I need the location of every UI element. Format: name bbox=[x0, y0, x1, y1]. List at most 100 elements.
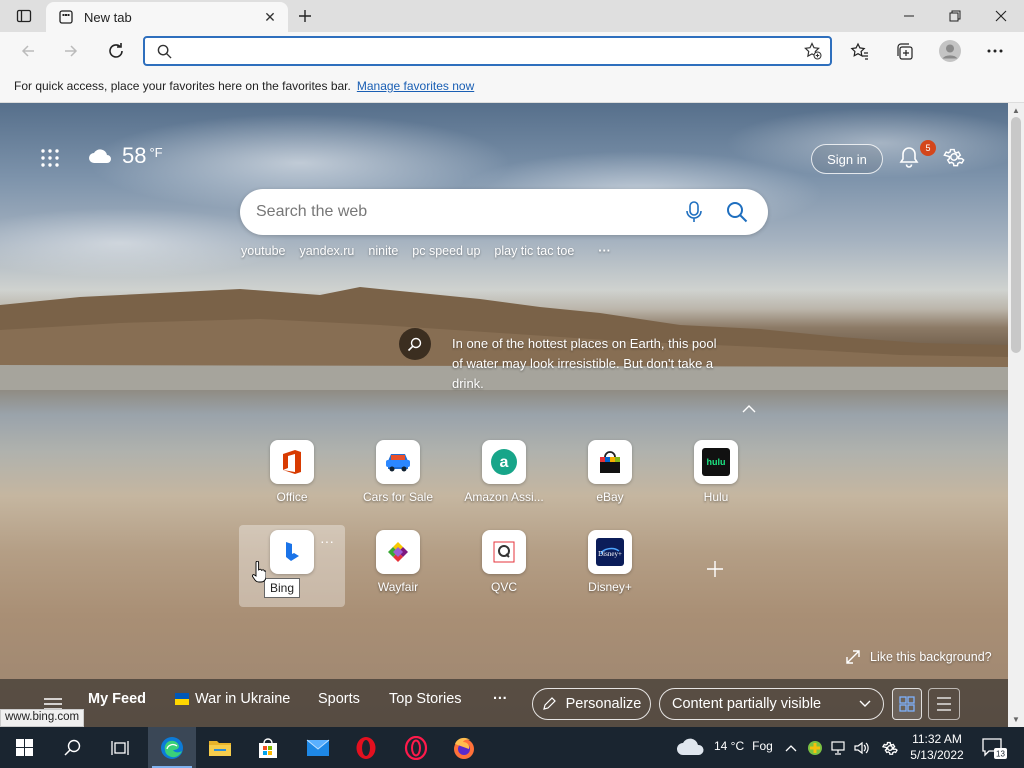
manage-favorites-link[interactable]: Manage favorites now bbox=[357, 79, 474, 93]
close-window-button[interactable] bbox=[978, 0, 1024, 32]
network-icon[interactable] bbox=[829, 739, 847, 757]
tab-actions-icon[interactable] bbox=[8, 6, 40, 26]
content-visibility-dropdown[interactable]: Content partially visible bbox=[659, 688, 884, 720]
weather-widget[interactable]: 58 °F bbox=[88, 143, 163, 169]
address-input[interactable] bbox=[180, 43, 804, 59]
chevron-up-icon[interactable] bbox=[782, 739, 800, 757]
gear-icon[interactable] bbox=[881, 739, 899, 757]
web-search-input[interactable] bbox=[256, 203, 686, 221]
browser-tab[interactable]: New tab ✕ bbox=[46, 2, 288, 32]
web-search-box[interactable] bbox=[240, 189, 768, 235]
ukraine-flag-icon bbox=[175, 693, 189, 705]
like-background-button[interactable]: Like this background? bbox=[846, 650, 992, 664]
search-icon[interactable] bbox=[726, 201, 748, 223]
scroll-up-arrow[interactable]: ▲ bbox=[1008, 103, 1024, 117]
tile-cars-for-sale[interactable]: Cars for Sale bbox=[354, 440, 442, 510]
car-icon bbox=[376, 440, 420, 484]
list-view-button[interactable] bbox=[928, 688, 960, 720]
add-favorite-icon[interactable] bbox=[804, 42, 822, 60]
tile-more-options[interactable]: ··· bbox=[320, 533, 334, 549]
content-visibility-value: Content partially visible bbox=[672, 696, 822, 712]
profile-button[interactable] bbox=[934, 35, 966, 67]
more-quick-links-button[interactable]: ··· bbox=[598, 244, 611, 258]
quick-link[interactable]: ninite bbox=[368, 244, 398, 258]
tab-title: New tab bbox=[84, 9, 132, 25]
feed-tab-my-feed[interactable]: My Feed bbox=[88, 691, 146, 707]
chevron-up-icon bbox=[742, 405, 756, 413]
tile-office[interactable]: Office bbox=[248, 440, 336, 510]
quick-link[interactable]: pc speed up bbox=[412, 244, 480, 258]
restore-button[interactable] bbox=[932, 0, 978, 32]
back-button[interactable] bbox=[12, 35, 44, 67]
tile-hulu[interactable]: hulu Hulu bbox=[672, 440, 760, 510]
tray-app-icon[interactable] bbox=[806, 739, 824, 757]
minimize-button[interactable] bbox=[886, 0, 932, 32]
volume-icon[interactable] bbox=[853, 739, 871, 757]
scroll-down-arrow[interactable]: ▼ bbox=[1008, 712, 1024, 726]
taskbar-opera[interactable] bbox=[342, 727, 390, 768]
taskbar-edge[interactable] bbox=[148, 727, 196, 768]
taskbar-firefox[interactable] bbox=[440, 727, 488, 768]
tile-wayfair[interactable]: Wayfair bbox=[354, 530, 442, 600]
tab-strip: New tab ✕ bbox=[0, 0, 1024, 32]
taskbar-opera-gx[interactable] bbox=[392, 727, 440, 768]
favorites-bar-hint: For quick access, place your favorites h… bbox=[14, 79, 351, 93]
address-bar[interactable] bbox=[143, 36, 832, 66]
action-center-button[interactable]: 13 bbox=[980, 736, 1008, 760]
apps-grid-icon[interactable] bbox=[40, 148, 64, 172]
forward-button[interactable] bbox=[55, 35, 87, 67]
tile-qvc[interactable]: QVC bbox=[460, 530, 548, 600]
collections-button[interactable] bbox=[888, 35, 920, 67]
background-caption[interactable]: In one of the hottest places on Earth, t… bbox=[452, 334, 722, 394]
sign-in-button[interactable]: Sign in bbox=[811, 144, 883, 174]
bell-icon bbox=[899, 147, 919, 168]
refresh-button[interactable] bbox=[100, 35, 132, 67]
taskbar-weather[interactable]: 14 °C Fog bbox=[676, 736, 773, 756]
taskbar-weather-text: Fog bbox=[752, 739, 773, 753]
quick-link[interactable]: youtube bbox=[241, 244, 285, 258]
page-settings-button[interactable] bbox=[943, 146, 967, 170]
task-view-button[interactable] bbox=[96, 727, 144, 768]
taskbar-store[interactable] bbox=[244, 727, 292, 768]
tile-ebay[interactable]: eBay bbox=[566, 440, 654, 510]
restore-icon bbox=[949, 10, 961, 22]
tile-label: Cars for Sale bbox=[362, 490, 434, 504]
close-icon[interactable]: ✕ bbox=[262, 9, 278, 25]
tile-amazon-assistant[interactable]: a Amazon Assi... bbox=[460, 440, 548, 510]
taskbar-clock[interactable]: 11:32 AM 5/13/2022 bbox=[903, 731, 971, 763]
feed-tab-war-in-ukraine[interactable]: War in Ukraine bbox=[175, 691, 290, 707]
chevron-down-icon bbox=[859, 700, 871, 707]
collapse-caption-button[interactable] bbox=[742, 402, 760, 416]
settings-more-button[interactable] bbox=[979, 35, 1011, 67]
personalize-button[interactable]: Personalize bbox=[532, 688, 651, 720]
cloud-icon bbox=[677, 738, 704, 755]
new-tab-page: 58 °F Sign in 5 youtube yandex.ru ninite… bbox=[0, 103, 1008, 727]
amazon-assistant-icon: a bbox=[482, 440, 526, 484]
tile-label: Hulu bbox=[703, 490, 729, 504]
grid-view-button[interactable] bbox=[892, 688, 922, 720]
start-button[interactable] bbox=[0, 727, 48, 768]
favorites-button[interactable] bbox=[843, 35, 875, 67]
taskbar-file-explorer[interactable] bbox=[196, 727, 244, 768]
firefox-icon bbox=[454, 737, 474, 759]
close-icon bbox=[995, 10, 1007, 22]
visual-search-button[interactable] bbox=[399, 328, 431, 360]
taskbar-mail[interactable] bbox=[294, 727, 342, 768]
expand-icon bbox=[846, 650, 860, 664]
pencil-icon bbox=[542, 697, 556, 710]
quick-link[interactable]: yandex.ru bbox=[299, 244, 354, 258]
new-tab-button[interactable] bbox=[292, 4, 318, 28]
feed-more-button[interactable]: ··· bbox=[493, 691, 508, 707]
like-background-label: Like this background? bbox=[870, 650, 992, 664]
back-icon bbox=[21, 45, 34, 57]
scrollbar-thumb[interactable] bbox=[1011, 117, 1021, 353]
quick-link[interactable]: play tic tac toe bbox=[494, 244, 574, 258]
feed-tab-top-stories[interactable]: Top Stories bbox=[389, 691, 462, 707]
feed-tab-sports[interactable]: Sports bbox=[318, 691, 360, 707]
taskbar-search-button[interactable] bbox=[48, 727, 96, 768]
add-site-button[interactable] bbox=[706, 557, 724, 585]
ebay-icon bbox=[588, 440, 632, 484]
tile-disney-plus[interactable]: Disney+ Disney+ bbox=[566, 530, 654, 600]
microphone-icon[interactable] bbox=[686, 201, 702, 223]
grid-view-icon bbox=[899, 696, 915, 712]
